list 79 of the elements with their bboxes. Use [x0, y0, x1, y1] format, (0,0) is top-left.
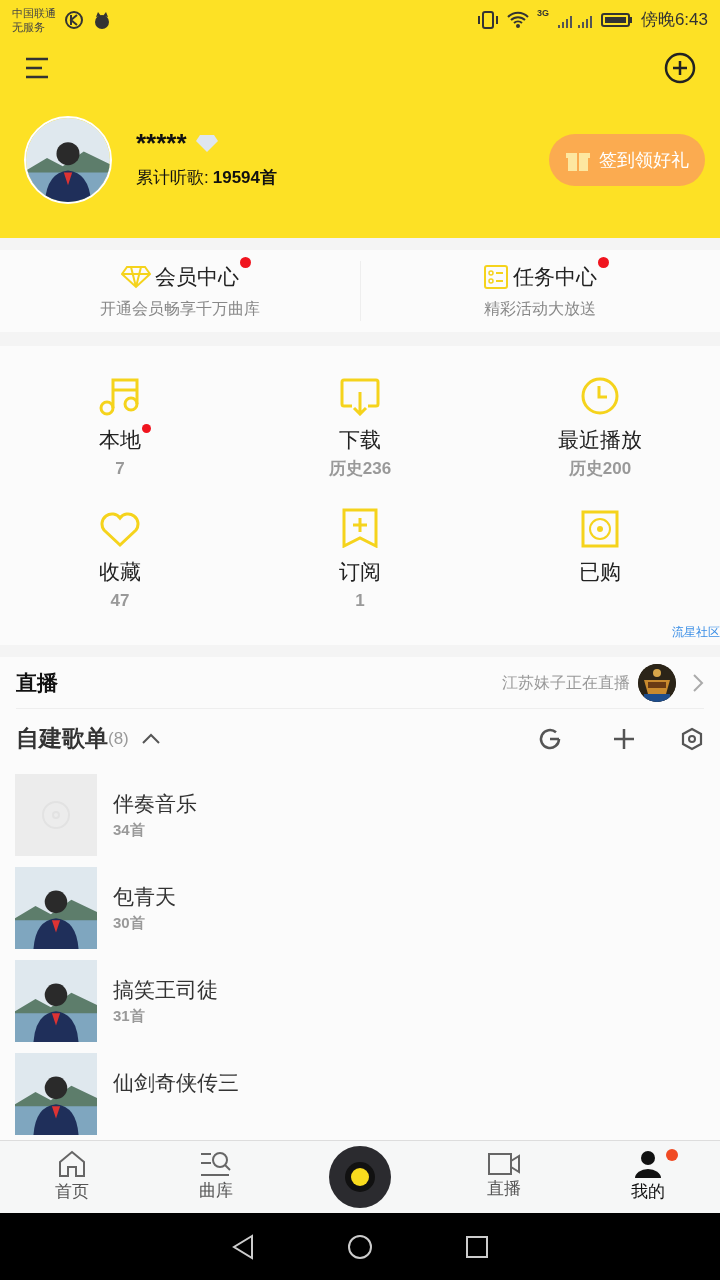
- shortcut-item[interactable]: 订阅 1: [240, 506, 480, 618]
- shortcut-label: 下载: [339, 428, 381, 451]
- download-tray-icon: [340, 378, 380, 416]
- service-text: 无服务: [12, 20, 46, 34]
- diamond-icon: [120, 265, 151, 289]
- cat-icon: [92, 10, 112, 30]
- search-list-icon: [199, 1150, 233, 1179]
- playlist-item[interactable]: 搞笑王司徒 31首: [0, 954, 720, 1047]
- tab[interactable]: 首页: [0, 1149, 144, 1205]
- shortcut-item[interactable]: 本地 7: [0, 374, 240, 486]
- shortcut-count: 历史236: [328, 457, 392, 480]
- music-note-icon: [99, 376, 141, 416]
- promo-title: 任务中心: [513, 264, 598, 291]
- tab[interactable]: 曲库: [144, 1150, 288, 1204]
- shortcut-label: 最近播放: [558, 428, 642, 451]
- heart-icon: [99, 512, 141, 548]
- song-count: 31首: [113, 1006, 146, 1026]
- promo-subtitle: 开通会员畅享千万曲库: [99, 298, 260, 319]
- playlist-item[interactable]: 仙剑奇侠传三: [0, 1047, 720, 1140]
- playlist-item[interactable]: 伴奏音乐 34首: [0, 768, 720, 861]
- settings-icon[interactable]: [680, 726, 704, 751]
- song-count: 30首: [113, 913, 146, 933]
- live-row[interactable]: 直播 江苏妹子正在直播: [16, 657, 704, 710]
- shortcut-item[interactable]: 最近播放 历史200: [480, 374, 720, 486]
- k-icon: [64, 10, 84, 30]
- vinyl-icon: [345, 1162, 375, 1192]
- network-text: 3G: [536, 7, 549, 21]
- shortcut-label: 收藏: [99, 560, 141, 583]
- listen-count: 19594首: [212, 167, 277, 190]
- playlist-name: 搞笑王司徒: [113, 976, 218, 1003]
- playlist-name: 仙剑奇侠传三: [113, 1069, 239, 1096]
- playlist-count: (8): [108, 728, 129, 748]
- promo-card[interactable]: 任务中心 精彩活动大放送: [359, 261, 720, 321]
- battery-icon: [600, 12, 633, 28]
- playlist-name: 包青天: [113, 883, 176, 910]
- community-link[interactable]: 流星社区: [672, 623, 720, 641]
- shortcut-label: 已购: [579, 560, 621, 583]
- user-name: *****: [136, 129, 187, 158]
- tab[interactable]: 直播: [432, 1152, 576, 1202]
- bookmark-plus-icon: [342, 508, 378, 548]
- time-text: 傍晚6:43: [640, 9, 708, 32]
- playlist-item[interactable]: 包青天 30首: [0, 861, 720, 954]
- shortcut-item[interactable]: 下载 历史236: [240, 374, 480, 486]
- shortcut-item[interactable]: 已购: [480, 506, 720, 618]
- back-icon[interactable]: [231, 1233, 255, 1260]
- playlist-name: 伴奏音乐: [113, 790, 197, 817]
- shortcut-count: 47: [110, 589, 130, 612]
- shortcut-label: 本地: [99, 428, 141, 451]
- live-status: 江苏妹子正在直播: [502, 672, 630, 693]
- checklist-icon: [483, 264, 510, 290]
- diamond-icon: [194, 133, 219, 154]
- menu-icon[interactable]: [24, 57, 50, 79]
- promo-card[interactable]: 会员中心 开通会员畅享千万曲库: [0, 261, 360, 321]
- add-icon[interactable]: [664, 52, 696, 84]
- recents-icon[interactable]: [465, 1234, 489, 1259]
- wifi-icon: [506, 11, 529, 29]
- home-icon: [57, 1149, 87, 1180]
- add-icon[interactable]: [612, 726, 636, 751]
- tab[interactable]: 我的: [576, 1149, 720, 1205]
- promo-subtitle: 精彩活动大放送: [484, 298, 597, 319]
- video-camera-icon: [487, 1152, 521, 1177]
- song-count: 34首: [113, 820, 146, 840]
- section-title: 直播: [16, 669, 58, 696]
- shortcut-item[interactable]: 收藏 47: [0, 506, 240, 618]
- listen-label: 累计听歌:: [136, 167, 209, 190]
- section-title: 自建歌单: [16, 724, 108, 754]
- chevron-up-icon[interactable]: [140, 732, 161, 745]
- shortcut-count: 1: [355, 589, 365, 612]
- home-button-icon[interactable]: [347, 1233, 373, 1260]
- shortcut-label: 订阅: [339, 560, 381, 583]
- shortcut-count: 历史200: [568, 457, 632, 480]
- carrier-text: 中国联通: [12, 6, 56, 20]
- person-icon: [633, 1149, 663, 1180]
- vibrate-icon: [476, 10, 499, 30]
- import-icon[interactable]: [538, 726, 562, 751]
- clock-icon: [580, 376, 620, 416]
- promo-title: 会员中心: [154, 264, 239, 291]
- shortcut-count: 7: [115, 457, 125, 480]
- chevron-right-icon: [692, 672, 704, 693]
